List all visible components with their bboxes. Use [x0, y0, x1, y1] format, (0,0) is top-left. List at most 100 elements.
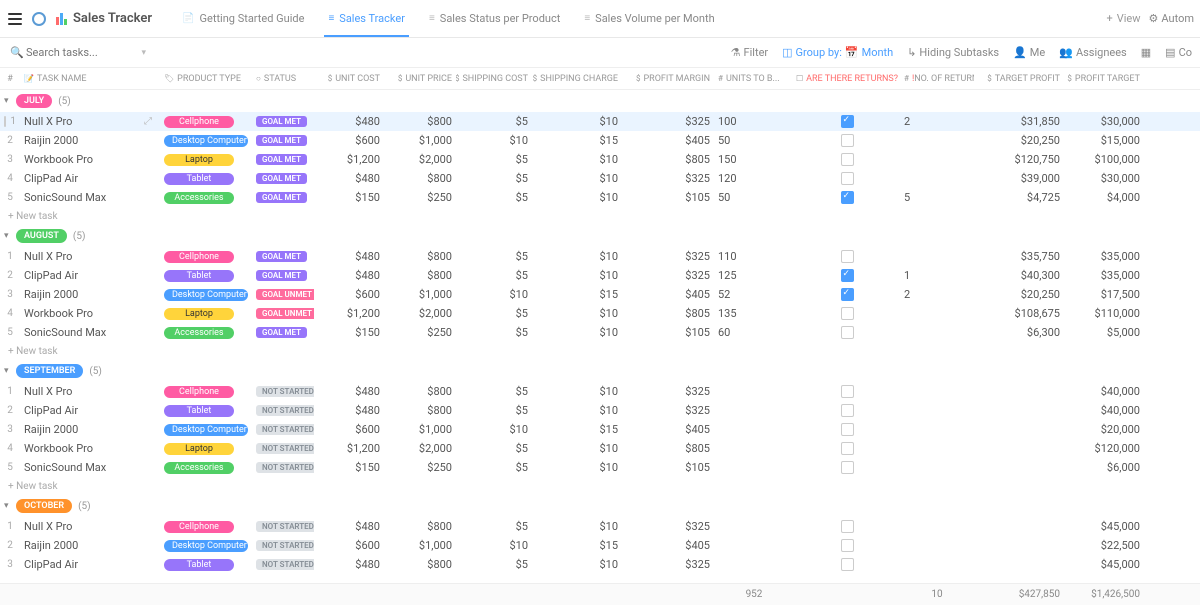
unit-price-cell[interactable]: $2,000 — [384, 307, 456, 320]
returns-checkbox[interactable] — [841, 250, 854, 263]
ship-cost-cell[interactable]: $5 — [456, 191, 532, 204]
unit-cost-cell[interactable]: $480 — [314, 250, 384, 263]
no-returns-cell[interactable]: 2 — [900, 288, 974, 301]
table-row[interactable]: 5SonicSound MaxAccessoriesGOAL MET$150$2… — [0, 323, 1200, 342]
ship-charge-cell[interactable]: $10 — [532, 520, 622, 533]
ship-cost-cell[interactable]: $5 — [456, 115, 532, 128]
expand-icon[interactable]: ⤢ — [144, 116, 152, 127]
group-header-september[interactable]: ▾SEPTEMBER(5) — [0, 360, 1200, 382]
unit-price-cell[interactable]: $250 — [384, 461, 456, 474]
profit-target-cell[interactable]: $22,500 — [1064, 539, 1144, 552]
ship-cost-cell[interactable]: $5 — [456, 442, 532, 455]
status-cell[interactable]: GOAL MET — [252, 154, 314, 165]
unit-price-cell[interactable]: $1,000 — [384, 423, 456, 436]
status-cell[interactable]: GOAL MET — [252, 270, 314, 281]
profit-target-cell[interactable]: $5,000 — [1064, 326, 1144, 339]
product-cell[interactable]: Cellphone — [160, 251, 252, 263]
target-profit-cell[interactable]: $39,000 — [974, 172, 1064, 185]
status-cell[interactable]: GOAL MET — [252, 251, 314, 262]
profit-target-cell[interactable]: $17,500 — [1064, 288, 1144, 301]
table-row[interactable]: 2Raijin 2000Desktop ComputerNOT STARTED$… — [0, 536, 1200, 555]
returns-checkbox[interactable] — [841, 288, 854, 301]
units-cell[interactable]: 60 — [714, 326, 794, 339]
product-cell[interactable]: Accessories — [160, 327, 252, 339]
unit-cost-cell[interactable]: $480 — [314, 404, 384, 417]
profit-cell[interactable]: $405 — [622, 134, 714, 147]
units-cell[interactable]: 50 — [714, 191, 794, 204]
unit-price-cell[interactable]: $800 — [384, 172, 456, 185]
table-row[interactable]: 1Null X ProCellphoneNOT STARTED$480$800$… — [0, 517, 1200, 536]
list-view-icon[interactable]: ▦ — [1141, 46, 1151, 59]
returns-cell[interactable] — [794, 442, 900, 455]
status-cell[interactable]: NOT STARTED — [252, 540, 314, 551]
profit-target-cell[interactable]: $30,000 — [1064, 115, 1144, 128]
unit-price-cell[interactable]: $800 — [384, 115, 456, 128]
profit-cell[interactable]: $405 — [622, 423, 714, 436]
ship-cost-cell[interactable]: $10 — [456, 539, 532, 552]
product-cell[interactable]: Desktop Computer — [160, 135, 252, 147]
ship-charge-cell[interactable]: $15 — [532, 134, 622, 147]
task-name-cell[interactable]: ClipPad Air — [20, 269, 160, 282]
ship-cost-cell[interactable]: $5 — [456, 520, 532, 533]
ship-charge-cell[interactable]: $10 — [532, 307, 622, 320]
target-profit-cell[interactable]: $6,300 — [974, 326, 1064, 339]
profit-cell[interactable]: $325 — [622, 115, 714, 128]
tab-sales-status-per-product[interactable]: ≡Sales Status per Product — [417, 0, 572, 37]
units-cell[interactable]: 52 — [714, 288, 794, 301]
returns-checkbox[interactable] — [841, 423, 854, 436]
ship-cost-cell[interactable]: $5 — [456, 461, 532, 474]
ship-charge-cell[interactable]: $10 — [532, 269, 622, 282]
unit-price-cell[interactable]: $800 — [384, 404, 456, 417]
status-cell[interactable]: NOT STARTED — [252, 559, 314, 570]
profit-target-cell[interactable]: $20,000 — [1064, 423, 1144, 436]
profit-target-cell[interactable]: $45,000 — [1064, 558, 1144, 571]
header-task-name[interactable]: 📝TASK NAME — [20, 74, 160, 84]
header-unit-cost[interactable]: $UNIT COST — [314, 74, 384, 84]
new-task-button[interactable]: + New task — [0, 207, 1200, 225]
co-button[interactable]: ▤ Co — [1165, 46, 1192, 59]
returns-cell[interactable] — [794, 423, 900, 436]
unit-price-cell[interactable]: $1,000 — [384, 134, 456, 147]
unit-price-cell[interactable]: $2,000 — [384, 153, 456, 166]
returns-cell[interactable] — [794, 115, 900, 128]
returns-checkbox[interactable] — [841, 269, 854, 282]
table-row[interactable]: 1Null X ProCellphoneNOT STARTED$480$800$… — [0, 382, 1200, 401]
ship-cost-cell[interactable]: $5 — [456, 558, 532, 571]
target-profit-cell[interactable]: $31,850 — [974, 115, 1064, 128]
returns-cell[interactable] — [794, 520, 900, 533]
table-row[interactable]: 4Workbook ProLaptopNOT STARTED$1,200$2,0… — [0, 439, 1200, 458]
table-row[interactable]: 3Workbook ProLaptopGOAL MET$1,200$2,000$… — [0, 150, 1200, 169]
task-name-cell[interactable]: ClipPad Air — [20, 558, 160, 571]
status-cell[interactable]: GOAL MET — [252, 173, 314, 184]
ship-cost-cell[interactable]: $5 — [456, 172, 532, 185]
returns-cell[interactable] — [794, 172, 900, 185]
product-cell[interactable]: Tablet — [160, 405, 252, 417]
product-cell[interactable]: Laptop — [160, 154, 252, 166]
tab-getting-started-guide[interactable]: 📄Getting Started Guide — [170, 0, 316, 37]
group-header-august[interactable]: ▾AUGUST(5) — [0, 225, 1200, 247]
task-name-cell[interactable]: Null X Pro — [20, 385, 160, 398]
new-task-button[interactable]: + New task — [0, 342, 1200, 360]
profit-cell[interactable]: $325 — [622, 558, 714, 571]
unit-cost-cell[interactable]: $600 — [314, 539, 384, 552]
product-cell[interactable]: Accessories — [160, 192, 252, 204]
unit-cost-cell[interactable]: $600 — [314, 423, 384, 436]
unit-cost-cell[interactable]: $150 — [314, 191, 384, 204]
header-ship-charge[interactable]: $SHIPPING CHARGE — [532, 74, 622, 84]
unit-cost-cell[interactable]: $1,200 — [314, 442, 384, 455]
profit-target-cell[interactable]: $100,000 — [1064, 153, 1144, 166]
unit-price-cell[interactable]: $1,000 — [384, 288, 456, 301]
profit-cell[interactable]: $405 — [622, 288, 714, 301]
task-name-cell[interactable]: SonicSound Max — [20, 461, 160, 474]
unit-cost-cell[interactable]: $480 — [314, 115, 384, 128]
add-view-button[interactable]: + View — [1099, 12, 1149, 25]
filter-button[interactable]: ⚗Filter — [731, 46, 768, 59]
target-profit-cell[interactable]: $20,250 — [974, 134, 1064, 147]
status-cell[interactable]: GOAL MET — [252, 116, 314, 127]
unit-price-cell[interactable]: $1,000 — [384, 539, 456, 552]
returns-checkbox[interactable] — [841, 404, 854, 417]
profit-target-cell[interactable]: $15,000 — [1064, 134, 1144, 147]
task-name-cell[interactable]: Null X Pro — [20, 250, 160, 263]
ship-cost-cell[interactable]: $5 — [456, 404, 532, 417]
table-row[interactable]: 2Raijin 2000Desktop ComputerGOAL MET$600… — [0, 131, 1200, 150]
